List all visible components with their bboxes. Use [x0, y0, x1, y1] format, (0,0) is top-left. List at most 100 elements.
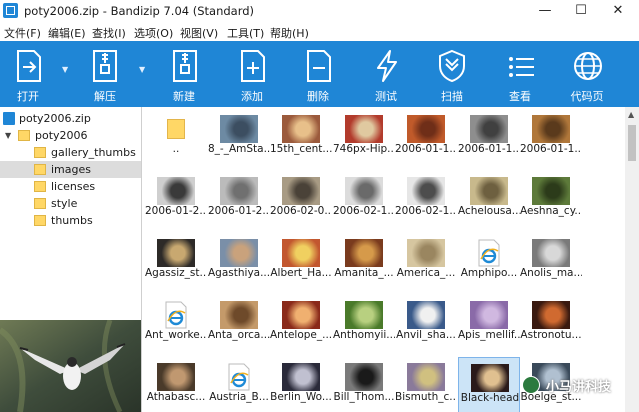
file-item[interactable]: 2006-02-1... — [333, 171, 395, 231]
file-name-label: Anolis_ma... — [520, 267, 582, 279]
file-item[interactable]: Apis_mellif... — [458, 295, 520, 355]
menu-tools[interactable]: 工具(T) — [227, 25, 264, 41]
file-name-label: 2006-01-1... — [520, 143, 582, 155]
menu-file[interactable]: 文件(F) — [4, 25, 41, 41]
scroll-up-arrow-icon[interactable]: ▲ — [628, 110, 634, 119]
file-item[interactable]: 8_-_AmSta... — [208, 109, 270, 169]
codepage-label: 代码页 — [570, 90, 604, 103]
image-preview — [0, 320, 141, 412]
file-name-label: Athabasc... — [146, 391, 206, 403]
file-name-label: Austria_B... — [209, 391, 269, 403]
tree-root-node[interactable]: ▼ poty2006 — [0, 127, 141, 144]
folder-tree: poty2006.zip ▼ poty2006 gallery_thumbs i… — [0, 107, 141, 320]
file-item[interactable]: America_... — [395, 233, 457, 293]
menu-find[interactable]: 查找(I) — [92, 25, 126, 41]
vertical-scrollbar[interactable]: ▲ — [625, 107, 639, 412]
image-thumbnail — [532, 301, 570, 329]
chevron-down-icon[interactable]: ▼ — [5, 127, 11, 144]
extract-button[interactable]: 解压 — [76, 41, 134, 107]
file-item[interactable]: Amanita_... — [333, 233, 395, 293]
menu-edit[interactable]: 编辑(E) — [48, 25, 86, 41]
extract-dropdown-chevron-icon[interactable]: ▼ — [139, 65, 145, 74]
file-item[interactable]: 2006-01-2... — [145, 171, 207, 231]
file-name-label: Agassiz_st... — [145, 267, 207, 279]
file-name-label: Astronotu... — [520, 329, 582, 341]
window-title: poty2006.zip - Bandizip 7.04 (Standard) — [24, 4, 255, 18]
file-item[interactable]: 15th_cent... — [270, 109, 332, 169]
file-name-label: 746px-Hip... — [333, 143, 395, 155]
lightning-icon — [377, 50, 397, 82]
file-item[interactable]: Astronotu... — [520, 295, 582, 355]
open-button[interactable]: 打开 — [0, 41, 56, 107]
file-item[interactable]: Antelope_... — [270, 295, 332, 355]
image-thumbnail — [220, 301, 258, 329]
file-item[interactable]: 2006-02-1... — [395, 171, 457, 231]
file-item[interactable]: Agasthiya... — [208, 233, 270, 293]
file-item[interactable]: Amphipo... — [458, 233, 520, 293]
file-item[interactable]: Aeshna_cy... — [520, 171, 582, 231]
tree-item-thumbs[interactable]: thumbs — [0, 212, 141, 229]
image-thumbnail — [157, 363, 195, 391]
file-name-label: Anvil_sha... — [396, 329, 456, 341]
tree-item-gallery-thumbs[interactable]: gallery_thumbs — [0, 144, 141, 161]
new-archive-button[interactable]: 新建 — [154, 41, 214, 107]
image-thumbnail — [532, 177, 570, 205]
file-item[interactable]: Bill_Thom... — [333, 357, 395, 412]
view-button[interactable]: 查看 — [490, 41, 550, 107]
file-name-label: 2006-01-1... — [458, 143, 520, 155]
image-thumbnail — [220, 115, 258, 143]
image-thumbnail — [220, 239, 258, 267]
open-icon — [17, 50, 41, 82]
file-item[interactable]: Achelousa... — [458, 171, 520, 231]
menu-bar: 文件(F) 编辑(E) 查找(I) 选项(O) 视图(V) 工具(T) 帮助(H… — [0, 22, 639, 41]
tree-archive-label: poty2006.zip — [19, 112, 91, 125]
close-button[interactable]: ✕ — [600, 0, 636, 22]
delete-button[interactable]: 删除 — [288, 41, 348, 107]
file-item[interactable]: .. — [145, 109, 207, 169]
test-button[interactable]: 测试 — [356, 41, 416, 107]
image-thumbnail — [470, 115, 508, 143]
image-thumbnail — [407, 363, 445, 391]
file-item[interactable]: Athabasc... — [145, 357, 207, 412]
extract-label: 解压 — [94, 90, 116, 103]
menu-view[interactable]: 视图(V) — [180, 25, 218, 41]
minimize-button[interactable]: — — [527, 0, 563, 22]
file-item[interactable]: 2006-01-1... — [520, 109, 582, 169]
file-item[interactable]: Bismuth_c... — [395, 357, 457, 412]
menu-options[interactable]: 选项(O) — [134, 25, 173, 41]
add-button[interactable]: 添加 — [222, 41, 282, 107]
tree-item-licenses[interactable]: licenses — [0, 178, 141, 195]
file-item[interactable]: 2006-01-1... — [395, 109, 457, 169]
file-name-label: Achelousa... — [458, 205, 520, 217]
file-item[interactable]: Berlin_Wo... — [270, 357, 332, 412]
codepage-button[interactable]: 代码页 — [556, 41, 618, 107]
file-item[interactable]: 2006-02-0... — [270, 171, 332, 231]
scrollbar-thumb[interactable] — [628, 125, 636, 161]
menu-help[interactable]: 帮助(H) — [270, 25, 309, 41]
file-item[interactable]: 2006-01-1... — [458, 109, 520, 169]
open-dropdown-chevron-icon[interactable]: ▼ — [62, 65, 68, 74]
image-thumbnail — [157, 177, 195, 205]
file-item[interactable]: Anthomyii... — [333, 295, 395, 355]
panel-splitter[interactable] — [141, 107, 142, 412]
file-item[interactable]: Black-head — [458, 357, 520, 412]
file-item[interactable]: Albert_Ha... — [270, 233, 332, 293]
file-item[interactable]: 2006-01-2... — [208, 171, 270, 231]
tree-item-images[interactable]: images — [0, 161, 141, 178]
tree-archive-node[interactable]: poty2006.zip — [0, 110, 141, 127]
scan-button[interactable]: 扫描 — [422, 41, 482, 107]
file-item[interactable]: 746px-Hip... — [333, 109, 395, 169]
maximize-button[interactable]: ☐ — [563, 0, 599, 22]
file-item[interactable]: Agassiz_st... — [145, 233, 207, 293]
file-item[interactable]: Anvil_sha... — [395, 295, 457, 355]
file-name-label: 2006-02-1... — [395, 205, 457, 217]
file-item[interactable]: Austria_B... — [208, 357, 270, 412]
image-thumbnail — [345, 115, 383, 143]
image-thumbnail — [407, 115, 445, 143]
tree-item-style[interactable]: style — [0, 195, 141, 212]
image-thumbnail — [282, 115, 320, 143]
scan-label: 扫描 — [441, 90, 463, 103]
file-item[interactable]: Anolis_ma... — [520, 233, 582, 293]
file-item[interactable]: Anta_orca... — [208, 295, 270, 355]
file-item[interactable]: Ant_worke... — [145, 295, 207, 355]
